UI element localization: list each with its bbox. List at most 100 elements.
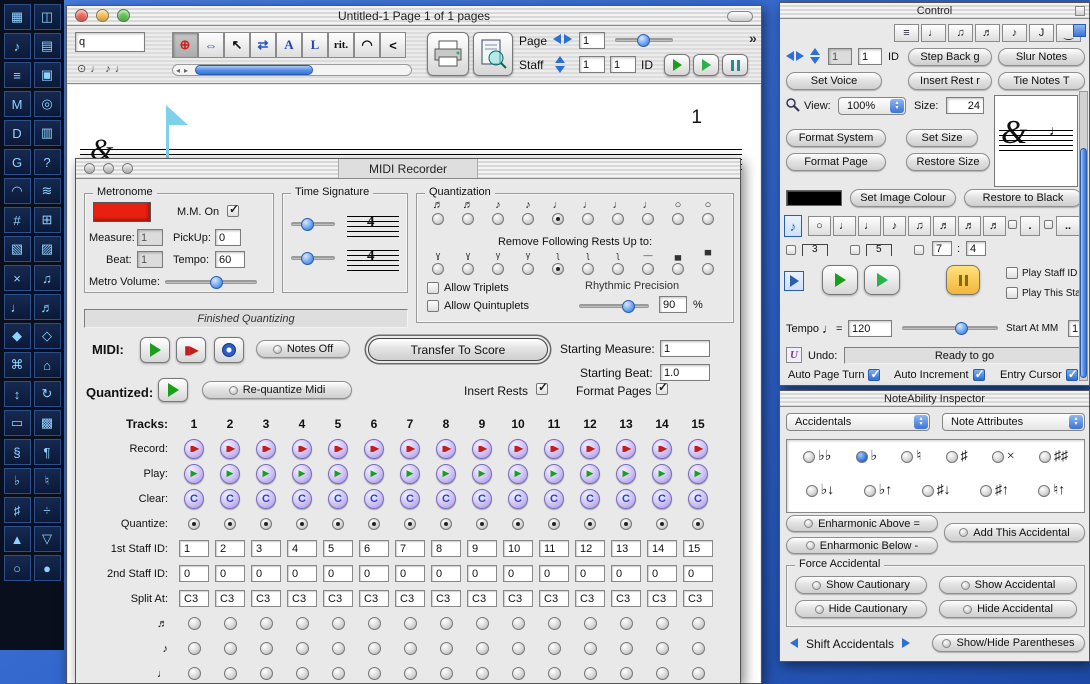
track-7-duration-3-radio[interactable] — [404, 667, 417, 680]
track-12-split-field[interactable]: C3 — [575, 590, 605, 607]
nav-left-arrow[interactable] — [786, 51, 794, 61]
palette-up-icon[interactable]: ▲ — [4, 526, 31, 552]
accidental-radio[interactable] — [992, 451, 1004, 463]
track-1-duration-3-radio[interactable] — [188, 667, 201, 680]
size-field[interactable]: 24 — [946, 97, 984, 114]
track-14-duration-3-radio[interactable] — [656, 667, 669, 680]
custom-tuplet-checkbox[interactable] — [914, 245, 924, 255]
track-13-staff1-field[interactable]: 13 — [611, 540, 641, 557]
play-cursor-button[interactable] — [784, 271, 804, 291]
starting-measure-field[interactable]: 1 — [660, 340, 710, 357]
minimize-button[interactable] — [103, 163, 114, 174]
track-4-staff2-field[interactable]: 0 — [287, 565, 317, 582]
image-colour-swatch[interactable] — [786, 190, 842, 206]
beat-field[interactable]: 1 — [137, 251, 163, 268]
duration-1-button[interactable]: ○ — [808, 216, 831, 236]
track-2-split-field[interactable]: C3 — [215, 590, 245, 607]
pause-button[interactable] — [722, 54, 748, 76]
track-8-split-field[interactable]: C3 — [431, 590, 461, 607]
track-6-split-field[interactable]: C3 — [359, 590, 389, 607]
track-11-split-field[interactable]: C3 — [539, 590, 569, 607]
enharmonic-above-button[interactable]: Enharmonic Above = — [786, 515, 938, 532]
track-13-duration-1-radio[interactable] — [620, 617, 633, 630]
palette-resize-icon[interactable]: ↕ — [4, 381, 31, 407]
track-10-duration-1-radio[interactable] — [512, 617, 525, 630]
track-13-play-button[interactable]: ▶ — [616, 464, 636, 484]
track-7-split-field[interactable]: C3 — [395, 590, 425, 607]
duration-6-button[interactable]: ♬ — [933, 216, 956, 236]
quant-rest-radio[interactable] — [642, 263, 654, 275]
track-6-duration-3-radio[interactable] — [368, 667, 381, 680]
hide-cautionary-button[interactable]: Hide Cautionary — [795, 600, 927, 618]
minimize-button[interactable] — [96, 9, 109, 22]
rhythmic-precision-slider[interactable] — [579, 304, 649, 308]
staff-up-arrow[interactable] — [555, 56, 565, 63]
numerator-thumb[interactable] — [301, 218, 314, 231]
control-play-from-button[interactable] — [864, 265, 900, 295]
nav-beat-field[interactable]: 1 — [858, 48, 882, 65]
track-7-play-button[interactable]: ▶ — [400, 464, 420, 484]
palette-natural-icon[interactable]: ♮ — [34, 468, 61, 494]
palette-target-icon[interactable]: ◎ — [34, 91, 61, 117]
close-button[interactable] — [75, 9, 88, 22]
track-11-duration-1-radio[interactable] — [548, 617, 561, 630]
inspector-category-dropdown[interactable]: Accidentals ▴▾ — [786, 413, 930, 431]
track-3-quantize-radio[interactable] — [260, 518, 272, 530]
track-4-duration-2-radio[interactable] — [296, 642, 309, 655]
palette-mesh-icon[interactable]: ▩ — [34, 410, 61, 436]
track-12-duration-1-radio[interactable] — [584, 617, 597, 630]
toolbar-slider[interactable] — [615, 38, 673, 42]
track-8-record-button[interactable]: ▮▶ — [436, 439, 456, 459]
track-6-quantize-radio[interactable] — [368, 518, 380, 530]
control-blue-widget[interactable] — [1073, 24, 1086, 37]
track-7-record-button[interactable]: ▮▶ — [400, 439, 420, 459]
track-7-duration-1-radio[interactable] — [404, 617, 417, 630]
microtone-radio[interactable] — [1038, 485, 1050, 497]
palette-document-icon[interactable]: D — [4, 120, 31, 146]
track-15-staff1-field[interactable]: 15 — [683, 540, 713, 557]
tool-move-button[interactable]: ⇔ — [198, 32, 224, 58]
track-14-staff1-field[interactable]: 14 — [647, 540, 677, 557]
track-13-duration-3-radio[interactable] — [620, 667, 633, 680]
track-9-play-button[interactable]: ▶ — [472, 464, 492, 484]
palette-help-icon[interactable]: ? — [34, 149, 61, 175]
format-system-button[interactable]: Format System — [786, 129, 886, 147]
control-vscrollbar[interactable] — [1079, 91, 1088, 381]
auto-page-turn-checkbox[interactable] — [868, 369, 880, 381]
microtone-radio[interactable] — [806, 485, 818, 497]
double-dot-checkbox[interactable] — [1044, 220, 1053, 229]
track-11-quantize-radio[interactable] — [548, 518, 560, 530]
track-15-duration-1-radio[interactable] — [692, 617, 705, 630]
scroll-right-arrow-icon[interactable]: ▸ — [184, 66, 188, 75]
page-back-arrow[interactable] — [553, 34, 561, 44]
track-1-clear-button[interactable]: C — [184, 489, 204, 509]
track-2-staff1-field[interactable]: 2 — [215, 540, 245, 557]
track-1-quantize-radio[interactable] — [188, 518, 200, 530]
track-11-staff2-field[interactable]: 0 — [539, 565, 569, 582]
track-12-clear-button[interactable]: C — [580, 489, 600, 509]
palette-notes-icon[interactable]: ♫ — [34, 265, 61, 291]
quant-note-radio[interactable] — [612, 213, 624, 225]
precision-thumb[interactable] — [622, 300, 635, 313]
tool-accent-button[interactable]: < — [380, 32, 406, 58]
mm-on-checkbox[interactable] — [227, 205, 239, 217]
quant-note-radio[interactable] — [432, 213, 444, 225]
time-sig-numerator-slider[interactable] — [291, 222, 335, 226]
tempo-slider[interactable] — [902, 326, 998, 330]
palette-rotate-icon[interactable]: ↻ — [34, 381, 61, 407]
palette-home-icon[interactable]: ⌂ — [34, 352, 61, 378]
track-3-record-button[interactable]: ▮▶ — [256, 439, 276, 459]
palette-piano-icon[interactable]: ▦ — [4, 4, 31, 30]
track-9-staff1-field[interactable]: 9 — [467, 540, 497, 557]
scroll-left-arrow-icon[interactable]: ◂ — [176, 66, 180, 75]
track-5-staff2-field[interactable]: 0 — [323, 565, 353, 582]
metro-tempo-field[interactable]: 60 — [215, 251, 245, 268]
track-8-quantize-radio[interactable] — [440, 518, 452, 530]
quant-rest-radio[interactable] — [522, 263, 534, 275]
track-4-duration-3-radio[interactable] — [296, 667, 309, 680]
track-7-clear-button[interactable]: C — [400, 489, 420, 509]
metro-volume-thumb[interactable] — [210, 276, 223, 289]
duration-8-button[interactable]: ♬ — [983, 216, 1006, 236]
track-11-record-button[interactable]: ▮▶ — [544, 439, 564, 459]
staff-down-arrow[interactable] — [555, 66, 565, 73]
